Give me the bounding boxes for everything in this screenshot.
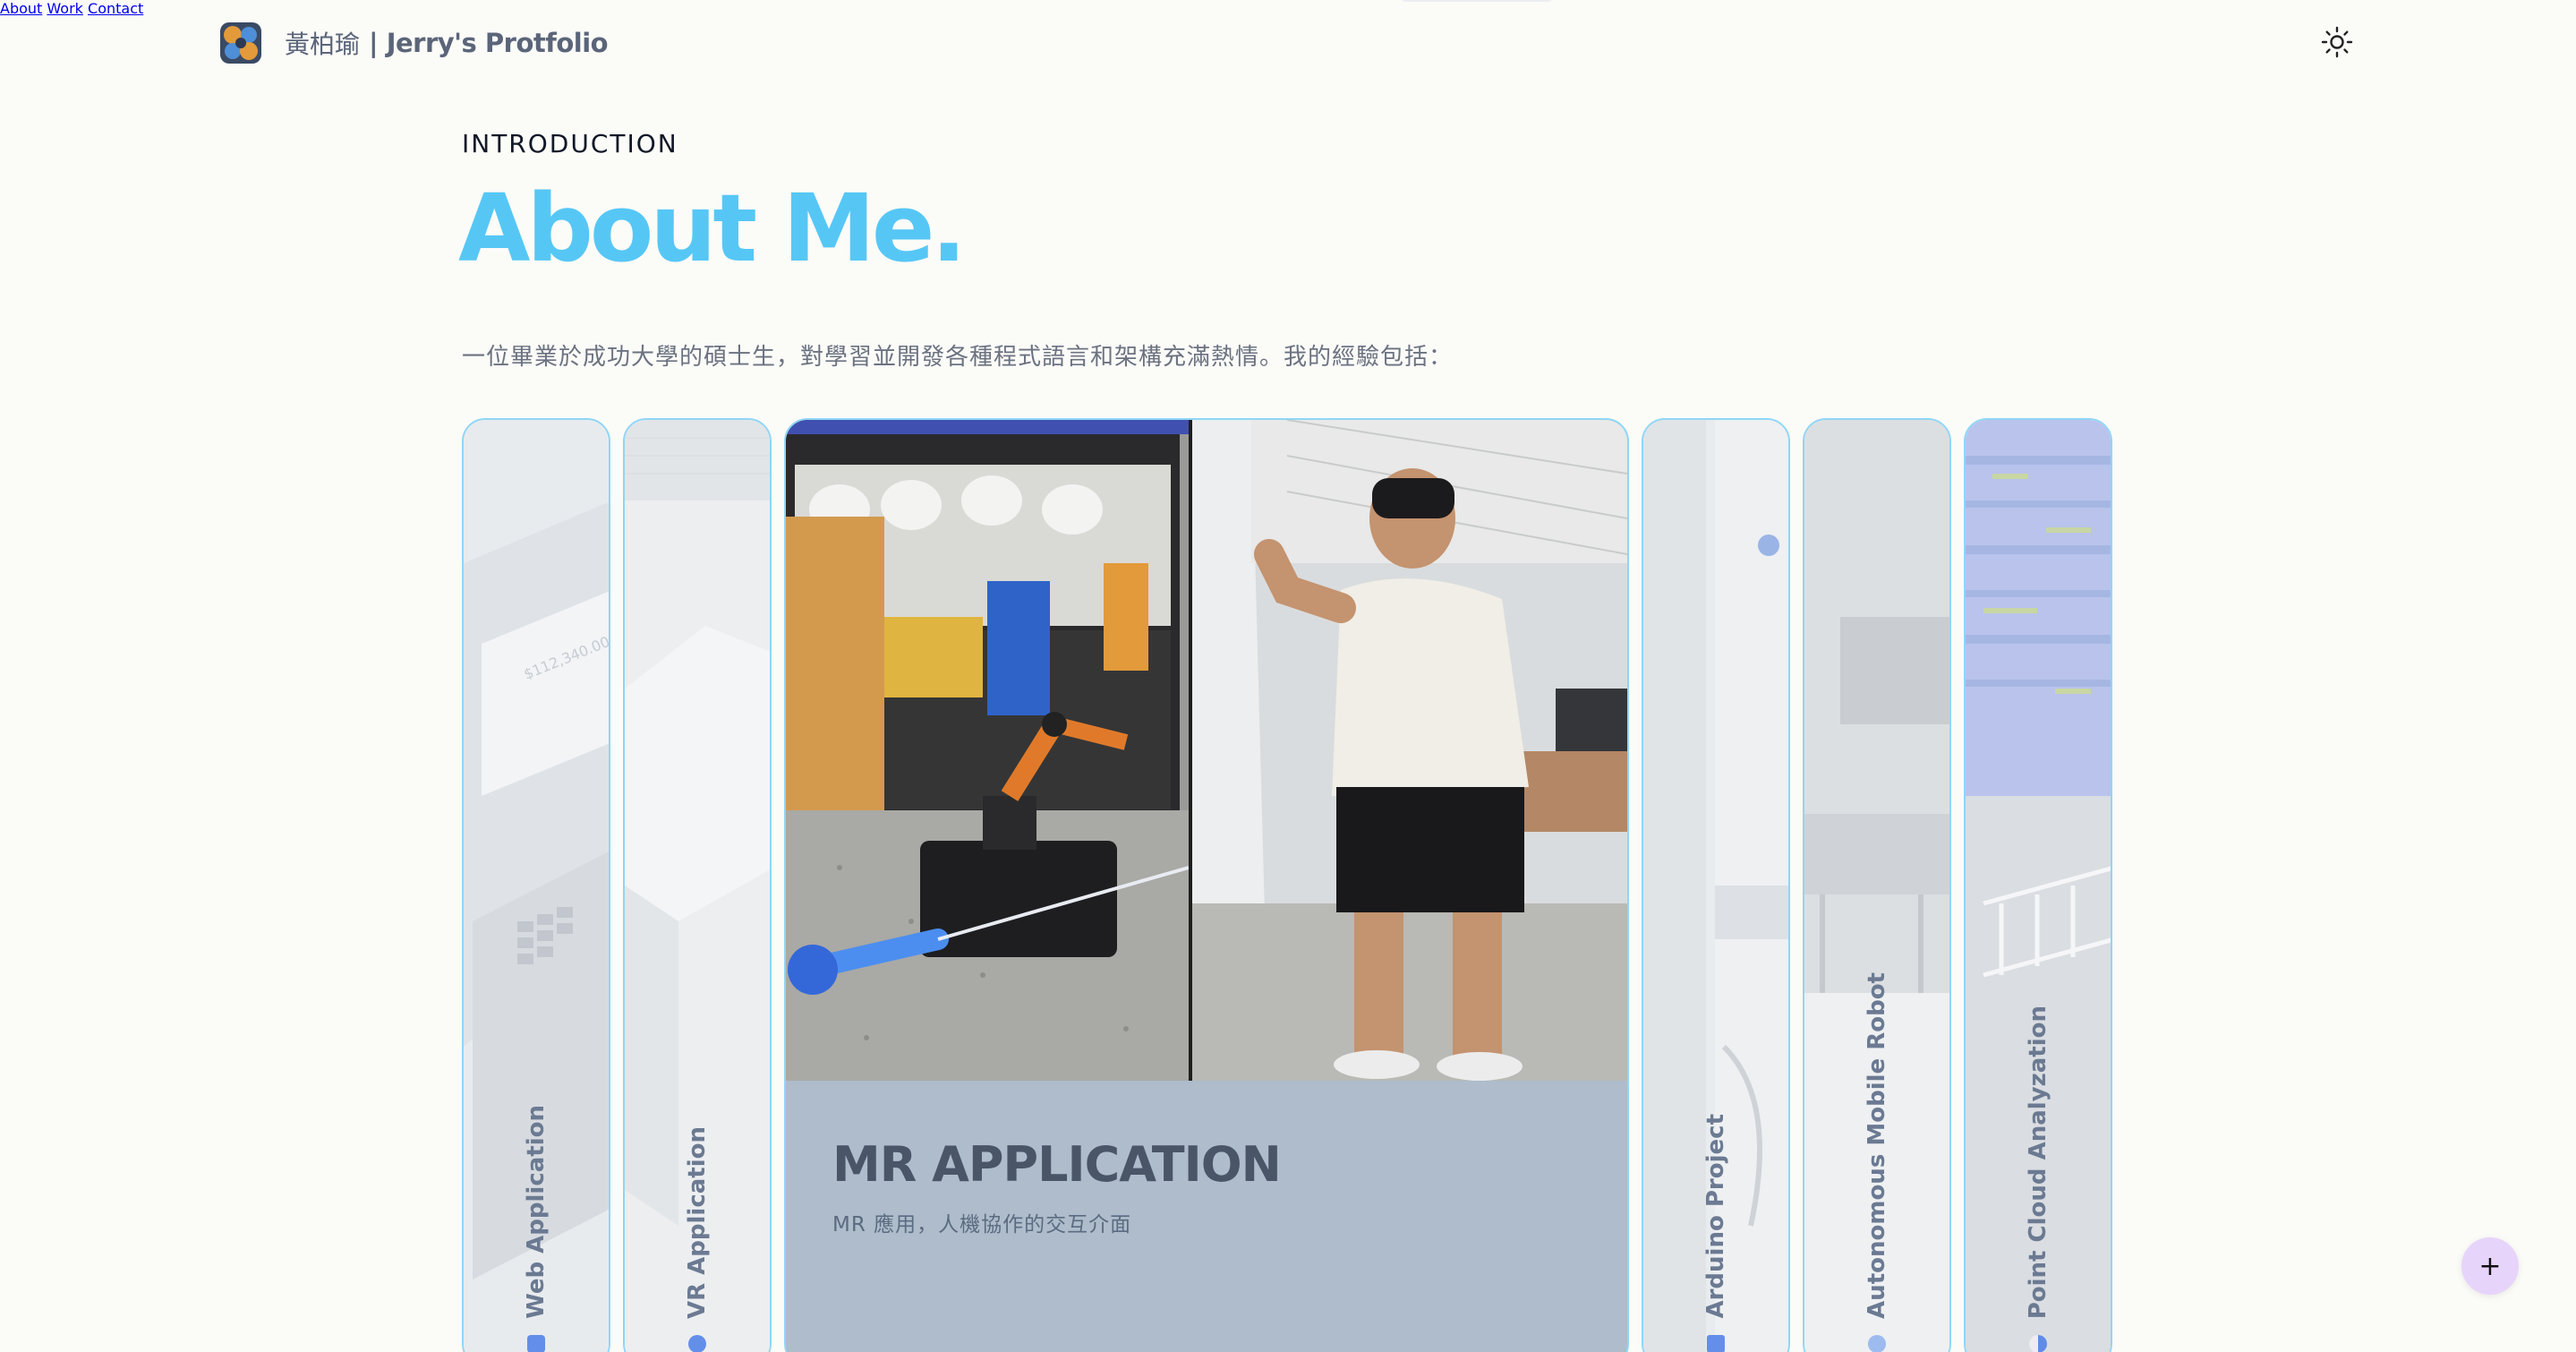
main-nav: About Work Contact: [0, 0, 2576, 17]
card-label: Autonomous Mobile Robot: [1864, 972, 1890, 1319]
section-eyebrow: INTRODUCTION: [462, 129, 678, 158]
gear-icon: [1868, 1335, 1886, 1352]
floating-add-button[interactable]: +: [2461, 1237, 2519, 1295]
intro-description: 一位畢業於成功大學的碩士生，對學習並開發各種程式語言和架構充滿熱情。我的經驗包括…: [462, 344, 1454, 371]
dot-icon: [688, 1335, 706, 1352]
card-web-application[interactable]: $112,340.00 Web Application: [462, 418, 610, 1352]
brand-english-name: | Jerry's Protfolio: [369, 28, 609, 58]
card-autonomous-mobile-robot[interactable]: Autonomous Mobile Robot: [1803, 418, 1951, 1352]
top-navbar: 黃柏瑜 | Jerry's Protfolio About Work Conta…: [0, 0, 2576, 86]
nav-contact-link[interactable]: Contact: [88, 0, 143, 17]
brand-title[interactable]: 黃柏瑜 | Jerry's Protfolio: [285, 23, 609, 63]
card-label: VR Application: [684, 1125, 711, 1319]
nav-work-link[interactable]: Work: [47, 0, 83, 17]
chip-icon: [1707, 1335, 1725, 1352]
card-mr-application[interactable]: MR APPLICATION MR 應用，人機協作的交互介面: [784, 418, 1629, 1352]
card-label: Arduino Project: [1702, 1114, 1729, 1319]
card-label: Web Application: [523, 1105, 550, 1319]
half-circle-icon: [2029, 1335, 2047, 1352]
card-point-cloud-analyzation[interactable]: Point Cloud Analyzation: [1964, 418, 2112, 1352]
nav-about-link[interactable]: About: [0, 0, 42, 17]
mr-application-photo: [786, 420, 1627, 1081]
card-arduino-project[interactable]: Arduino Project: [1642, 418, 1790, 1352]
card-vr-application[interactable]: VR Application: [623, 418, 772, 1352]
swirl-logo[interactable]: [220, 22, 261, 64]
card-label: Point Cloud Analyzation: [2025, 1005, 2051, 1319]
top-indicator: [1401, 0, 1553, 2]
sun-icon[interactable]: [2320, 25, 2354, 59]
active-card-info: MR APPLICATION MR 應用，人機協作的交互介面: [832, 1136, 1282, 1237]
active-card-title: MR APPLICATION: [832, 1136, 1282, 1193]
brand-chinese-name: 黃柏瑜: [285, 30, 361, 59]
page-title: About Me.: [458, 174, 967, 283]
active-card-subtitle: MR 應用，人機協作的交互介面: [832, 1213, 1132, 1236]
page: 黃柏瑜 | Jerry's Protfolio About Work Conta…: [0, 0, 2576, 1352]
layers-icon: [527, 1335, 545, 1352]
